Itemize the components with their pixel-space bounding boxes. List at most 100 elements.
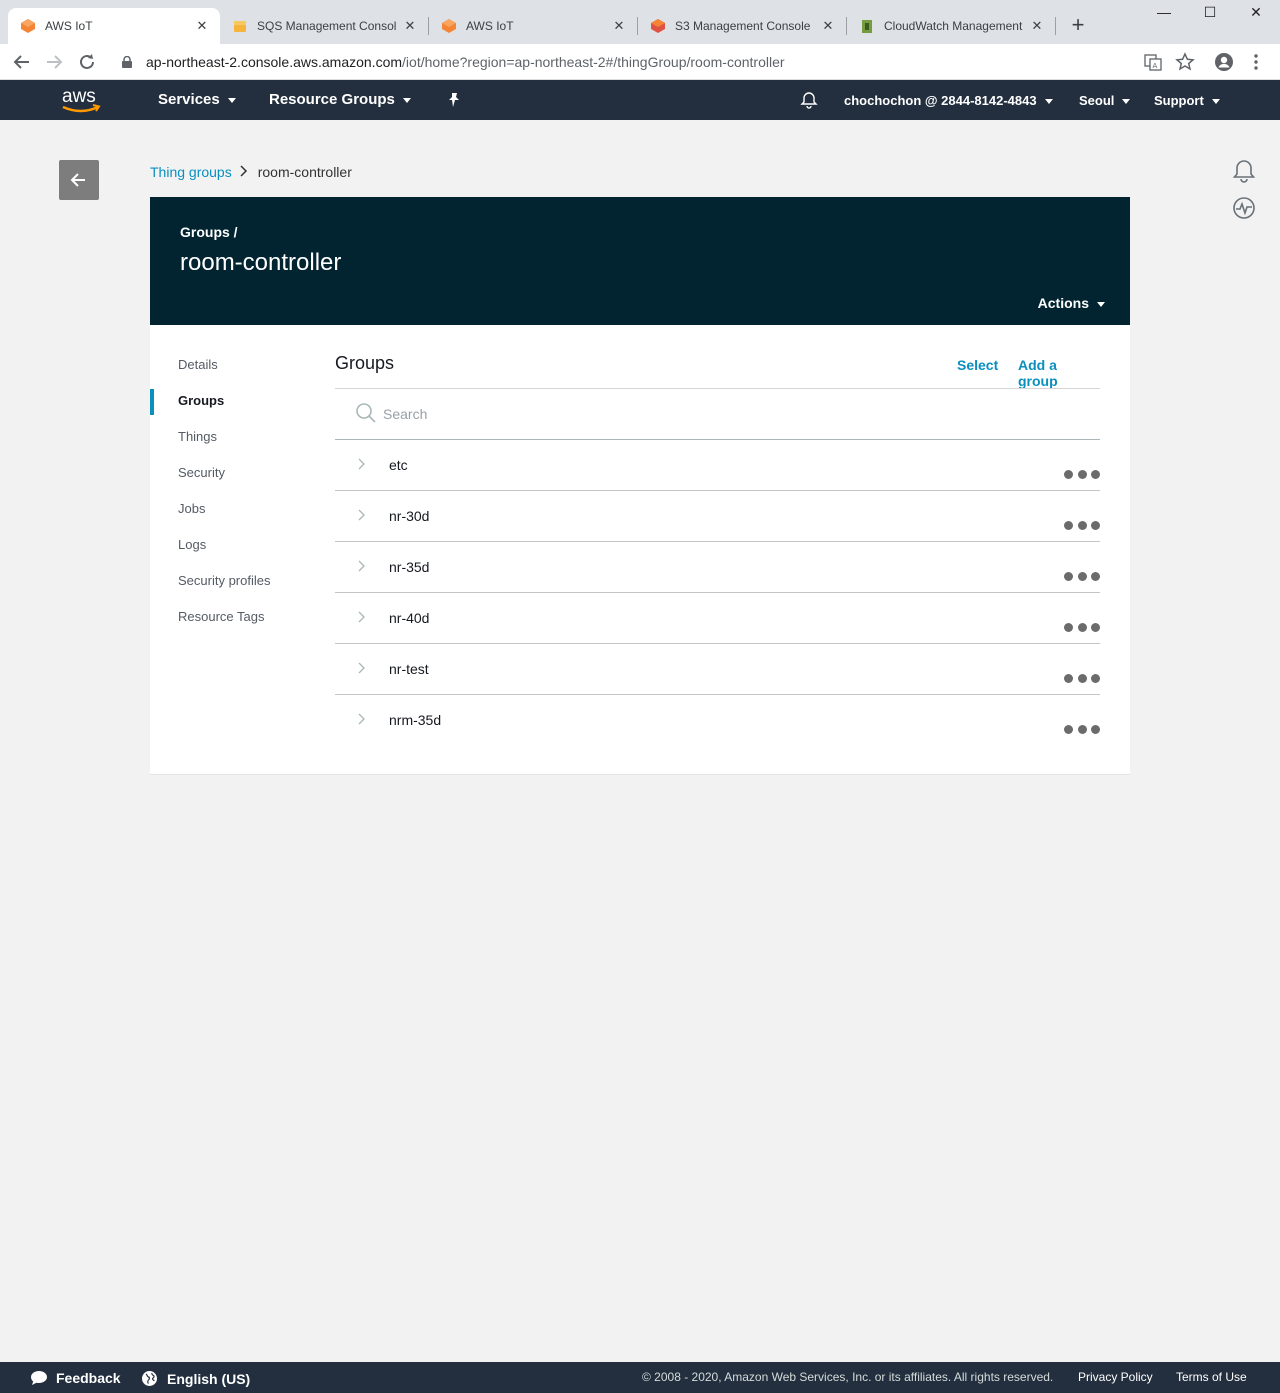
sidenav-item-resource-tags[interactable]: Resource Tags (150, 599, 320, 635)
language-label: English (US) (167, 1370, 251, 1387)
caret-down-icon (1097, 301, 1105, 307)
browser-tab[interactable]: SQS Management Console ✕ (220, 8, 428, 44)
close-icon[interactable]: ✕ (611, 18, 627, 34)
new-tab-button[interactable]: + (1066, 14, 1090, 38)
resource-groups-menu[interactable]: Resource Groups (269, 91, 411, 108)
aws-logo-icon[interactable]: aws (60, 84, 102, 116)
browser-tab-bar: AWS IoT ✕ SQS Management Console ✕ AWS I… (0, 0, 1280, 44)
back-arrow-icon[interactable] (10, 50, 34, 74)
translate-icon[interactable]: A (1143, 52, 1163, 72)
feedback-label: Feedback (56, 1370, 121, 1386)
back-button[interactable] (59, 160, 99, 200)
profile-icon[interactable] (1214, 52, 1234, 72)
breadcrumb-thing-groups-link[interactable]: Thing groups (150, 164, 232, 180)
group-name[interactable]: nr-test (389, 661, 429, 677)
page-header: Groups / room-controller Actions (150, 197, 1130, 325)
address-bar[interactable]: ap-northeast-2.console.aws.amazon.com/io… (108, 48, 1208, 76)
more-options-icon[interactable] (1064, 470, 1100, 482)
s3-favicon-icon (651, 19, 665, 33)
activity-icon[interactable] (1231, 195, 1257, 221)
bell-icon[interactable] (800, 91, 818, 109)
feedback-button[interactable]: Feedback (30, 1370, 121, 1386)
star-icon[interactable] (1175, 52, 1195, 72)
actions-menu[interactable]: Actions (1038, 295, 1105, 311)
group-name[interactable]: nr-30d (389, 508, 429, 524)
browser-tab[interactable]: AWS IoT ✕ (8, 8, 220, 44)
aws-iot-favicon-icon (21, 19, 35, 33)
group-row[interactable]: nrm-35d (335, 695, 1100, 746)
chevron-down-icon (1122, 99, 1131, 105)
region-menu[interactable]: Seoul (1079, 93, 1131, 108)
sidenav-item-details[interactable]: Details (150, 347, 320, 383)
group-name[interactable]: nrm-35d (389, 712, 441, 728)
terms-of-use-link[interactable]: Terms of Use (1176, 1370, 1247, 1384)
pin-icon[interactable] (446, 92, 462, 108)
more-options-icon[interactable] (1064, 572, 1100, 584)
sidenav-item-security[interactable]: Security (150, 455, 320, 491)
tab-title: CloudWatch Management (884, 19, 1023, 33)
sqs-favicon-icon (234, 21, 246, 32)
group-row[interactable]: nr-30d (335, 491, 1100, 542)
resource-groups-label: Resource Groups (269, 91, 395, 108)
tab-title: S3 Management Console (675, 19, 811, 33)
browser-tab[interactable]: AWS IoT ✕ (429, 8, 637, 44)
lock-icon (122, 56, 132, 68)
group-row[interactable]: etc (335, 440, 1100, 491)
tab-title: AWS IoT (45, 19, 93, 33)
chevron-right-icon[interactable] (356, 559, 366, 573)
browser-tab[interactable]: S3 Management Console ✕ (638, 8, 846, 44)
more-vert-icon[interactable] (1246, 52, 1266, 72)
close-icon[interactable]: ✕ (820, 18, 836, 34)
region-label: Seoul (1079, 93, 1115, 108)
sidenav-item-jobs[interactable]: Jobs (150, 491, 320, 527)
group-name[interactable]: etc (389, 457, 408, 473)
tab-separator (1055, 17, 1056, 35)
close-icon[interactable]: ✕ (194, 18, 210, 34)
close-window-button[interactable]: ✕ (1233, 4, 1279, 26)
notification-bell-icon[interactable] (1231, 158, 1257, 184)
console-footer: Feedback English (US) © 2008 - 2020, Ama… (0, 1362, 1280, 1393)
chevron-right-icon[interactable] (356, 508, 366, 522)
support-menu[interactable]: Support (1154, 93, 1220, 108)
minimize-window-button[interactable]: — (1141, 4, 1187, 26)
language-selector[interactable]: English (US) (141, 1370, 250, 1387)
more-options-icon[interactable] (1064, 623, 1100, 635)
group-row[interactable]: nr-40d (335, 593, 1100, 644)
search-input[interactable] (383, 403, 983, 425)
forward-arrow-icon[interactable] (42, 50, 66, 74)
more-options-icon[interactable] (1064, 725, 1100, 737)
sidenav-item-logs[interactable]: Logs (150, 527, 320, 563)
chevron-right-icon[interactable] (356, 610, 366, 624)
group-row[interactable]: nr-test (335, 644, 1100, 695)
chevron-right-icon[interactable] (356, 661, 366, 675)
aws-console-nav: aws Services Resource Groups chochochon … (0, 80, 1280, 120)
chevron-right-icon[interactable] (356, 457, 366, 471)
privacy-policy-link[interactable]: Privacy Policy (1078, 1370, 1153, 1384)
account-menu[interactable]: chochochon @ 2844-8142-4843 (844, 93, 1053, 108)
groups-title: Groups (335, 353, 395, 373)
svg-text:A: A (1153, 62, 1158, 70)
browser-tab[interactable]: CloudWatch Management ✕ (847, 8, 1055, 44)
reload-icon[interactable] (75, 50, 99, 74)
group-list: etc nr-30d nr-35d nr-40d nr-test nrm-35d (335, 440, 1100, 746)
sidenav-item-things[interactable]: Things (150, 419, 320, 455)
detail-side-nav: Details Groups Things Security Jobs Logs… (150, 347, 320, 635)
more-options-icon[interactable] (1064, 674, 1100, 686)
group-row[interactable]: nr-35d (335, 542, 1100, 593)
maximize-window-button[interactable]: ☐ (1187, 4, 1233, 26)
services-menu[interactable]: Services (158, 91, 236, 108)
group-name[interactable]: nr-40d (389, 610, 429, 626)
select-button[interactable]: Select (957, 357, 998, 373)
group-name[interactable]: nr-35d (389, 559, 429, 575)
svg-text:aws: aws (62, 86, 96, 107)
header-breadcrumb[interactable]: Groups / (180, 224, 238, 240)
close-icon[interactable]: ✕ (1029, 18, 1045, 34)
add-group-button[interactable]: Add a group (1018, 357, 1100, 389)
speech-bubble-icon (31, 1371, 47, 1385)
more-options-icon[interactable] (1064, 521, 1100, 533)
search-icon (356, 403, 376, 423)
close-icon[interactable]: ✕ (402, 18, 418, 34)
chevron-right-icon[interactable] (356, 712, 366, 726)
sidenav-item-security-profiles[interactable]: Security profiles (150, 563, 320, 599)
sidenav-item-groups[interactable]: Groups (150, 383, 320, 419)
